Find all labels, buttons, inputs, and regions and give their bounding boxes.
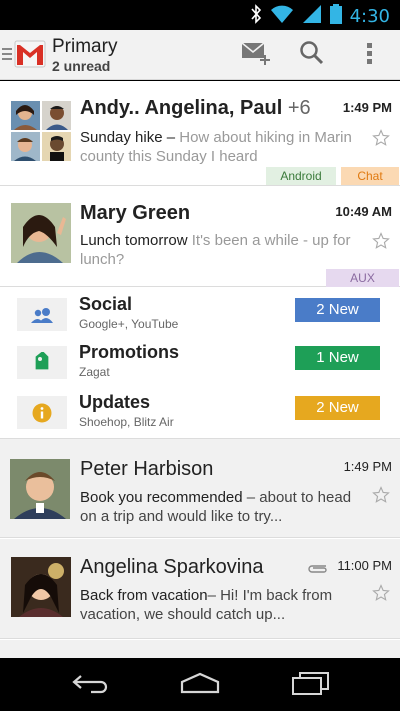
navigation-bar xyxy=(0,658,400,711)
action-bar: Primary 2 unread xyxy=(0,30,400,80)
home-button[interactable] xyxy=(170,670,230,700)
gmail-logo-icon[interactable] xyxy=(14,38,46,70)
mailbox-title: Primary xyxy=(52,36,118,57)
thread-snippet: Sunday hike – How about hiking in Marin … xyxy=(80,129,352,165)
search-button[interactable] xyxy=(294,38,330,72)
attachment-icon xyxy=(306,560,328,578)
avatar xyxy=(10,459,70,519)
new-count-badge: 2 New xyxy=(295,298,380,322)
updates-info-icon xyxy=(17,396,67,429)
status-icons: 4:30 xyxy=(250,4,390,29)
thread-count: +6 xyxy=(287,97,311,119)
search-icon xyxy=(299,40,325,71)
avatar-photo xyxy=(11,101,40,130)
star-icon[interactable] xyxy=(372,584,390,602)
list-item-partial xyxy=(0,640,400,658)
home-icon xyxy=(179,672,221,699)
back-button[interactable] xyxy=(60,670,120,700)
thread-subject: Back from vacation xyxy=(80,587,208,604)
thread-snippet: Back from vacation– Hi! I'm back from va… xyxy=(80,587,333,623)
star-icon[interactable] xyxy=(372,129,390,147)
label-aux: AUX xyxy=(326,269,399,287)
wifi-icon xyxy=(270,4,294,29)
star-icon[interactable] xyxy=(372,486,390,504)
conversation-item[interactable]: Angelina Sparkovina 11:00 PM Back from v… xyxy=(0,539,400,639)
star-icon[interactable] xyxy=(372,232,390,250)
conversation-list[interactable]: Andy.. Angelina, Paul +6 1:49 PM Sunday … xyxy=(0,81,400,658)
thread-subject: Lunch tomorrow xyxy=(80,232,188,249)
promotions-tag-icon xyxy=(17,346,67,379)
compose-icon xyxy=(240,40,272,71)
status-bar: 4:30 xyxy=(0,0,400,30)
signal-icon xyxy=(302,4,322,29)
sender-names: Angelina Sparkovina xyxy=(80,556,264,578)
label-chat: Chat xyxy=(341,167,399,185)
category-sources: Google+, YouTube xyxy=(79,317,179,331)
thread-subject: Sunday hike xyxy=(80,129,163,146)
conversation-item[interactable]: Andy.. Angelina, Paul +6 1:49 PM Sunday … xyxy=(0,81,400,186)
avatar-photo xyxy=(42,101,71,130)
status-time: 4:30 xyxy=(349,6,390,27)
thread-subject: Book you recommended xyxy=(80,489,243,506)
avatar-photo xyxy=(11,132,40,161)
category-updates[interactable]: Updates Shoehop, Blitz Air 2 New xyxy=(0,389,400,439)
avatar xyxy=(11,203,71,263)
thread-time: 1:49 PM xyxy=(342,100,392,115)
new-count-badge: 1 New xyxy=(295,346,380,370)
category-title: Updates xyxy=(79,392,151,412)
group-avatar xyxy=(11,101,71,161)
thread-time: 10:49 AM xyxy=(335,204,392,219)
sender-names: Andy.. Angelina, Paul +6 xyxy=(80,97,311,119)
thread-snippet: Book you recommended – about to head on … xyxy=(80,489,352,525)
sender-names: Mary Green xyxy=(80,202,191,224)
conversation-item[interactable]: Peter Harbison 1:49 PM Book you recommen… xyxy=(0,438,400,538)
thread-snippet: Lunch tomorrow It's been a while - up fo… xyxy=(80,232,351,268)
back-icon xyxy=(71,672,109,699)
conversation-item[interactable]: Mary Green 10:49 AM Lunch tomorrow It's … xyxy=(0,187,400,287)
social-people-icon xyxy=(17,298,67,331)
compose-button[interactable] xyxy=(238,38,274,72)
category-title: Social xyxy=(79,294,133,314)
new-count-badge: 2 New xyxy=(295,396,380,420)
avatar xyxy=(11,557,71,617)
category-social[interactable]: Social Google+, YouTube 2 New xyxy=(0,291,400,341)
category-title: Promotions xyxy=(79,342,180,362)
battery-icon xyxy=(329,4,342,29)
sender-names: Peter Harbison xyxy=(80,458,214,480)
recent-apps-icon xyxy=(290,671,330,700)
thread-time: 11:00 PM xyxy=(337,558,392,573)
category-sources: Zagat xyxy=(79,365,110,379)
avatar-photo xyxy=(42,132,71,161)
drawer-menu-icon[interactable] xyxy=(2,47,12,61)
thread-time: 1:49 PM xyxy=(343,459,392,474)
bluetooth-icon xyxy=(250,4,262,29)
category-sources: Shoehop, Blitz Air xyxy=(79,415,174,429)
unread-count: 2 unread xyxy=(52,58,111,74)
label-android: Android xyxy=(266,167,336,185)
overflow-menu-button[interactable] xyxy=(352,38,388,72)
category-promotions[interactable]: Promotions Zagat 1 New xyxy=(0,339,400,389)
recent-apps-button[interactable] xyxy=(280,670,340,700)
overflow-menu-icon xyxy=(367,42,373,69)
